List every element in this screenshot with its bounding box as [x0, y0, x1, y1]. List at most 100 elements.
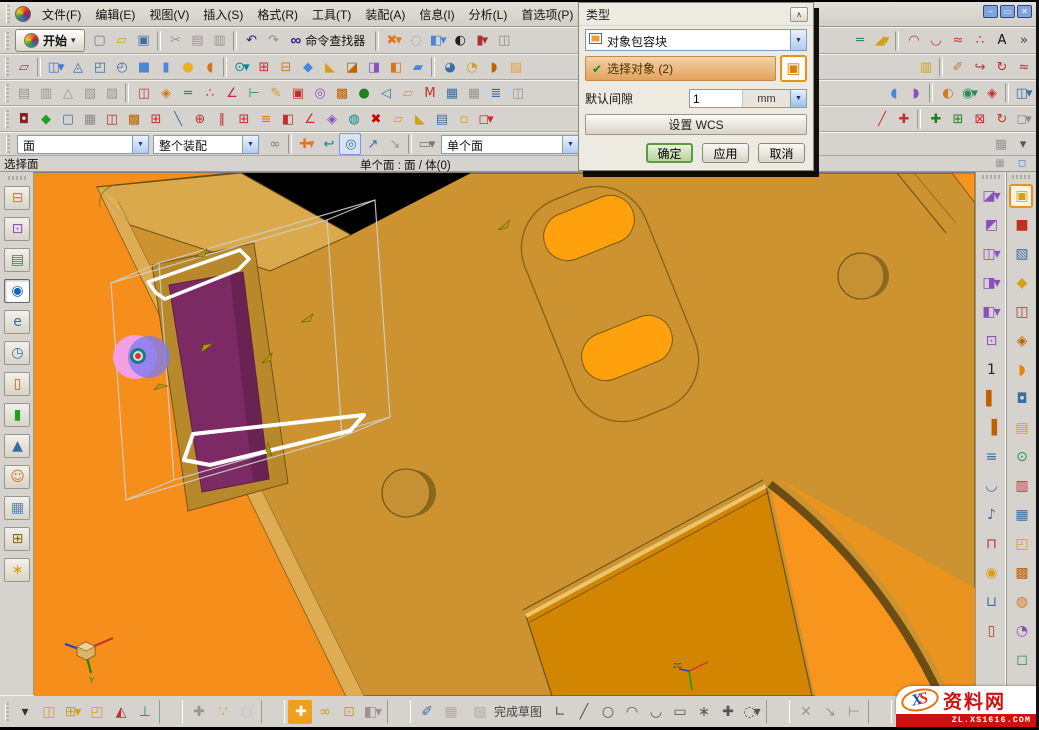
roles-tab[interactable]: ☺ — [4, 465, 30, 489]
insert-icon[interactable]: ◫ — [1009, 300, 1033, 324]
check-wall-icon[interactable]: ⊙ — [1009, 445, 1033, 469]
wrench-icon[interactable]: ✚ — [186, 700, 210, 724]
line-icon[interactable]: ╱ — [571, 700, 595, 724]
copy-face-icon[interactable]: ⊞ — [144, 108, 166, 130]
spline-icon[interactable]: ≈ — [946, 30, 968, 52]
erase-display-icon[interactable]: ◌ — [404, 30, 426, 52]
window-icon[interactable]: ◫ — [506, 82, 528, 104]
sphere-icon[interactable]: ● — [176, 56, 198, 78]
revolve-icon[interactable]: ◴ — [110, 56, 132, 78]
polygon-icon[interactable]: ∗ — [691, 700, 715, 724]
collapse-section-button[interactable]: ∧ — [790, 7, 808, 22]
ok-button[interactable]: 确定 — [646, 143, 693, 163]
viewport-3d[interactable]: ZC Y — [34, 173, 975, 696]
drafting-gray-icon[interactable]: ▤ — [12, 82, 34, 104]
conic-curve-icon[interactable]: ◡ — [924, 30, 946, 52]
bounding-cube-button[interactable]: ▣ — [780, 55, 807, 82]
layers-icon[interactable]: ≣ — [484, 82, 506, 104]
linear-dim-icon[interactable]: ╲ — [166, 108, 188, 130]
frame-icon[interactable]: ◻ — [1009, 648, 1033, 672]
crosshair-icon[interactable]: ✚ — [892, 108, 914, 130]
snap-enable-icon[interactable]: ◎ — [339, 133, 361, 155]
menu-item[interactable]: 格式(R) — [250, 4, 305, 25]
split-body-icon[interactable]: ◨ — [362, 56, 384, 78]
core-icon[interactable]: ◈ — [1009, 329, 1033, 353]
rotate-copy-icon[interactable]: ↻ — [990, 108, 1012, 130]
pocket-icon[interactable]: ⊟ — [274, 56, 296, 78]
toolbar-grip[interactable] — [1012, 175, 1030, 179]
process-tab[interactable]: ▲ — [4, 434, 30, 458]
toolbar-grip[interactable] — [5, 110, 9, 128]
cancel-button[interactable]: 取消 — [758, 143, 805, 163]
type-filter-dropdown[interactable]: 面 ▼ — [17, 135, 149, 154]
suppress-icon[interactable]: ▫ — [452, 108, 474, 130]
extrude-tool-icon[interactable]: ◰ — [1009, 532, 1033, 556]
gray-display-icon[interactable]: ◫ — [492, 30, 514, 52]
edit-cross-section-icon[interactable]: ◧ — [276, 108, 298, 130]
fillet-icon[interactable]: ◡ — [643, 700, 667, 724]
drafting-gray-icon[interactable]: ▨ — [100, 82, 122, 104]
minimize-button[interactable]: – — [983, 5, 998, 18]
mirror-assembly-icon[interactable]: ◭ — [108, 700, 132, 724]
mirror-icon[interactable]: ⊠ — [968, 108, 990, 130]
synchronous-cube-icon[interactable]: ◧▾ — [979, 300, 1003, 324]
offset-region-icon[interactable]: ▢ — [56, 108, 78, 130]
select-object-strip[interactable]: ✔ 选择对象 (2) — [585, 56, 776, 81]
grid-part-icon[interactable]: ▦ — [1009, 503, 1033, 527]
point-icon[interactable]: ✚ — [924, 108, 946, 130]
shell-icon[interactable]: ◗ — [482, 56, 504, 78]
n-sided-icon[interactable]: ◈ — [980, 82, 1002, 104]
curve-analysis-icon[interactable]: ▩ — [330, 82, 352, 104]
bend-icon[interactable]: ↪ — [968, 56, 990, 78]
gap-spinner-button[interactable]: ▼ — [790, 90, 806, 107]
part-navigator-tab[interactable]: ▤ — [4, 248, 30, 272]
pad-icon[interactable]: ◆ — [296, 56, 318, 78]
fit-view-icon[interactable]: ◻ — [1010, 157, 1032, 171]
quarter-icon[interactable]: ◔ — [1009, 619, 1033, 643]
face-rule-dropdown[interactable]: 单个面 ▼ — [441, 135, 579, 154]
block-icon[interactable]: ■ — [132, 56, 154, 78]
paste-icon[interactable]: ▥ — [208, 30, 230, 52]
ruled-icon[interactable]: ◗ — [904, 82, 926, 104]
synchronize-icon[interactable]: ╱ — [870, 108, 892, 130]
angle-ruler-icon[interactable]: ◢▾ — [870, 30, 892, 52]
trim-body-icon[interactable]: ◪ — [340, 56, 362, 78]
make-coplanar-icon[interactable]: ⊞ — [232, 108, 254, 130]
dropdown-arrow-icon[interactable]: ▼ — [562, 136, 578, 153]
add-component-icon[interactable]: ⊞▾ — [60, 700, 84, 724]
dropdown-arrow-icon[interactable]: ▼ — [242, 136, 258, 153]
point-on-curve-icon[interactable]: ↗ — [361, 133, 383, 155]
measure-ruler-icon[interactable]: ═ — [848, 30, 870, 52]
edge-blend-icon[interactable]: ◕ — [438, 56, 460, 78]
command-finder[interactable]: ∞ 命令查找器 — [284, 32, 373, 49]
gallery-tab[interactable]: ▦ — [4, 496, 30, 520]
redo-icon[interactable]: ↷ — [262, 30, 284, 52]
open-file-icon[interactable]: ▱ — [110, 30, 132, 52]
sketch-constraint-icon[interactable]: ▌ — [979, 387, 1003, 411]
menu-item[interactable]: 信息(I) — [412, 4, 461, 25]
cut-icon[interactable]: ✂ — [164, 30, 186, 52]
face-analysis-icon[interactable]: ▱ — [396, 82, 418, 104]
toolbar-grip[interactable] — [5, 703, 9, 721]
toolbar-grip[interactable] — [6, 135, 10, 153]
toolbar-overflow-icon[interactable]: » — [1012, 30, 1034, 52]
note-icon[interactable]: ♪ — [979, 503, 1003, 527]
offset-curve-icon[interactable]: ◌▾ — [739, 700, 763, 724]
radial-dim-icon[interactable]: ⊕ — [188, 108, 210, 130]
drafting-gray-icon[interactable]: △ — [56, 82, 78, 104]
true-shading-icon[interactable]: ▮▾ — [470, 30, 492, 52]
sketch-icon[interactable]: ▱ — [12, 56, 34, 78]
sheet-body-icon[interactable]: ◧ — [384, 56, 406, 78]
motion-icon[interactable]: M — [418, 82, 440, 104]
move-face-icon[interactable]: ◘ — [12, 108, 34, 130]
history-tab[interactable]: ◷ — [4, 341, 30, 365]
wcs-dynamics-icon[interactable]: ✚ — [288, 700, 312, 724]
reverse-direction-icon[interactable]: ↩ — [317, 133, 339, 155]
gray-cube-icon[interactable]: ◧▾ — [360, 700, 384, 724]
point-plus-icon[interactable]: ✚ — [715, 700, 739, 724]
graphics-window[interactable]: ZC Y — [34, 172, 975, 695]
parting-icon[interactable]: ▧ — [1009, 242, 1033, 266]
drafting-gray-icon[interactable]: ▧ — [78, 82, 100, 104]
sketch-constraint-icon[interactable]: ▐ — [979, 416, 1003, 440]
menu-item[interactable]: 装配(A) — [358, 4, 412, 25]
